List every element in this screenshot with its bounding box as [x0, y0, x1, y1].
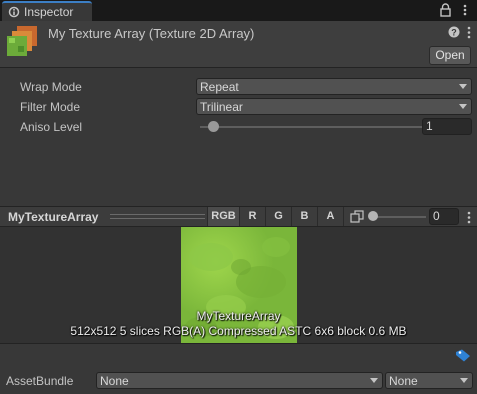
asset-bundle-variant-value: None	[389, 374, 418, 388]
kebab-menu-icon[interactable]	[460, 3, 470, 17]
channel-g-button[interactable]: G	[265, 207, 291, 226]
asset-bundle-label: AssetBundle	[6, 374, 74, 388]
mip-slider-handle[interactable]	[368, 211, 378, 221]
channel-rgb-button[interactable]: RGB	[207, 207, 239, 226]
inspector-icon	[8, 6, 20, 18]
help-icon[interactable]: ?	[448, 26, 460, 38]
label-tag-icon[interactable]	[455, 349, 471, 362]
preview-drag-handle[interactable]	[110, 214, 205, 219]
asset-bundle-variant-dropdown[interactable]: None	[385, 372, 473, 389]
wrap-mode-dropdown[interactable]: Repeat	[196, 78, 472, 95]
asset-title: My Texture Array (Texture 2D Array)	[48, 26, 255, 41]
tab-label: Inspector	[24, 5, 74, 19]
aniso-level-slider-handle[interactable]	[208, 121, 219, 132]
chevron-down-icon	[459, 84, 467, 89]
aniso-level-field[interactable]: 1	[422, 118, 472, 135]
filter-mode-label: Filter Mode	[20, 100, 81, 114]
kebab-menu-icon[interactable]	[466, 26, 472, 39]
chevron-down-icon	[459, 104, 467, 109]
preview-title: MyTextureArray	[8, 210, 99, 224]
texture-preview-area[interactable]: MyTextureArray 512x512 5 slices RGB(A) C…	[0, 227, 477, 343]
asset-bundle-name-dropdown[interactable]: None	[96, 372, 383, 389]
svg-text:?: ?	[451, 28, 457, 38]
lock-icon[interactable]	[440, 3, 451, 17]
texture-info-overlay: 512x512 5 slices RGB(A) Compressed ASTC …	[70, 324, 407, 338]
channel-a-button[interactable]: A	[317, 207, 344, 226]
chevron-down-icon	[370, 378, 378, 383]
tab-bar: Inspector	[0, 0, 477, 21]
texture-name-overlay: MyTextureArray	[196, 309, 281, 323]
wrap-mode-label: Wrap Mode	[20, 80, 82, 94]
preview-toolbar: MyTextureArray RGB R G B A 0	[0, 206, 477, 227]
filter-mode-value: Trilinear	[200, 100, 243, 114]
mip-slider-track[interactable]	[372, 216, 426, 218]
kebab-menu-icon[interactable]	[466, 211, 472, 224]
aniso-level-slider-track[interactable]	[200, 126, 446, 128]
asset-header: My Texture Array (Texture 2D Array) ? Op…	[0, 21, 477, 68]
mip-icon	[350, 210, 364, 223]
open-button[interactable]: Open	[429, 46, 471, 65]
wrap-mode-value: Repeat	[200, 80, 239, 94]
filter-mode-dropdown[interactable]: Trilinear	[196, 98, 472, 115]
chevron-down-icon	[460, 378, 468, 383]
tab-inspector[interactable]: Inspector	[2, 1, 92, 21]
channel-b-button[interactable]: B	[291, 207, 317, 226]
channel-r-button[interactable]: R	[239, 207, 265, 226]
texture-array-icon	[7, 26, 37, 56]
asset-bundle-name-value: None	[100, 374, 129, 388]
aniso-level-label: Aniso Level	[20, 120, 83, 134]
asset-bundle-panel: AssetBundle None None	[0, 343, 477, 394]
mip-level-field[interactable]: 0	[429, 208, 459, 225]
